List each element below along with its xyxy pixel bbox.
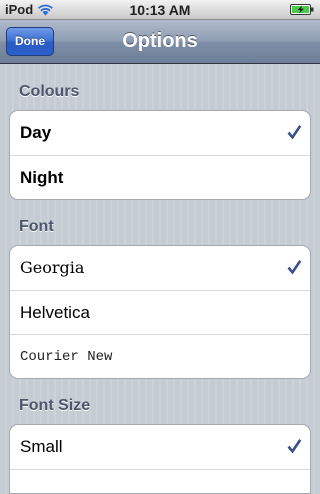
- section-header-font-size: Font Size: [19, 397, 91, 414]
- option-label: Helvetica: [20, 303, 90, 322]
- section-header-font: Font: [19, 218, 54, 235]
- option-label: Georgia: [20, 258, 85, 277]
- option-label: Small: [20, 437, 63, 456]
- font-group: Georgia Helvetica Courier New: [9, 245, 311, 379]
- option-label: Day: [20, 123, 52, 142]
- status-bar: iPod 10:13 AM: [0, 0, 320, 20]
- colours-group: Day Night: [9, 110, 311, 200]
- navigation-bar: Done Options: [0, 20, 320, 64]
- page-title: Options: [122, 30, 198, 52]
- font-size-group: Small: [9, 424, 311, 494]
- option-label: Night: [20, 168, 64, 187]
- checkmark-icon: [287, 260, 302, 275]
- option-helvetica[interactable]: Helvetica: [10, 290, 310, 334]
- option-courier-new[interactable]: Courier New: [10, 334, 310, 378]
- option-night[interactable]: Night: [10, 155, 310, 199]
- section-header-colours: Colours: [19, 83, 80, 100]
- checkmark-icon: [287, 439, 302, 454]
- option-label: Courier New: [20, 349, 113, 365]
- option-georgia[interactable]: Georgia: [10, 246, 310, 290]
- option-next-partial[interactable]: [10, 469, 310, 493]
- status-time: 10:13 AM: [129, 2, 191, 18]
- battery-charging-icon: [290, 4, 314, 15]
- option-small[interactable]: Small: [10, 425, 310, 469]
- checkmark-icon: [287, 125, 302, 140]
- option-day[interactable]: Day: [10, 111, 310, 155]
